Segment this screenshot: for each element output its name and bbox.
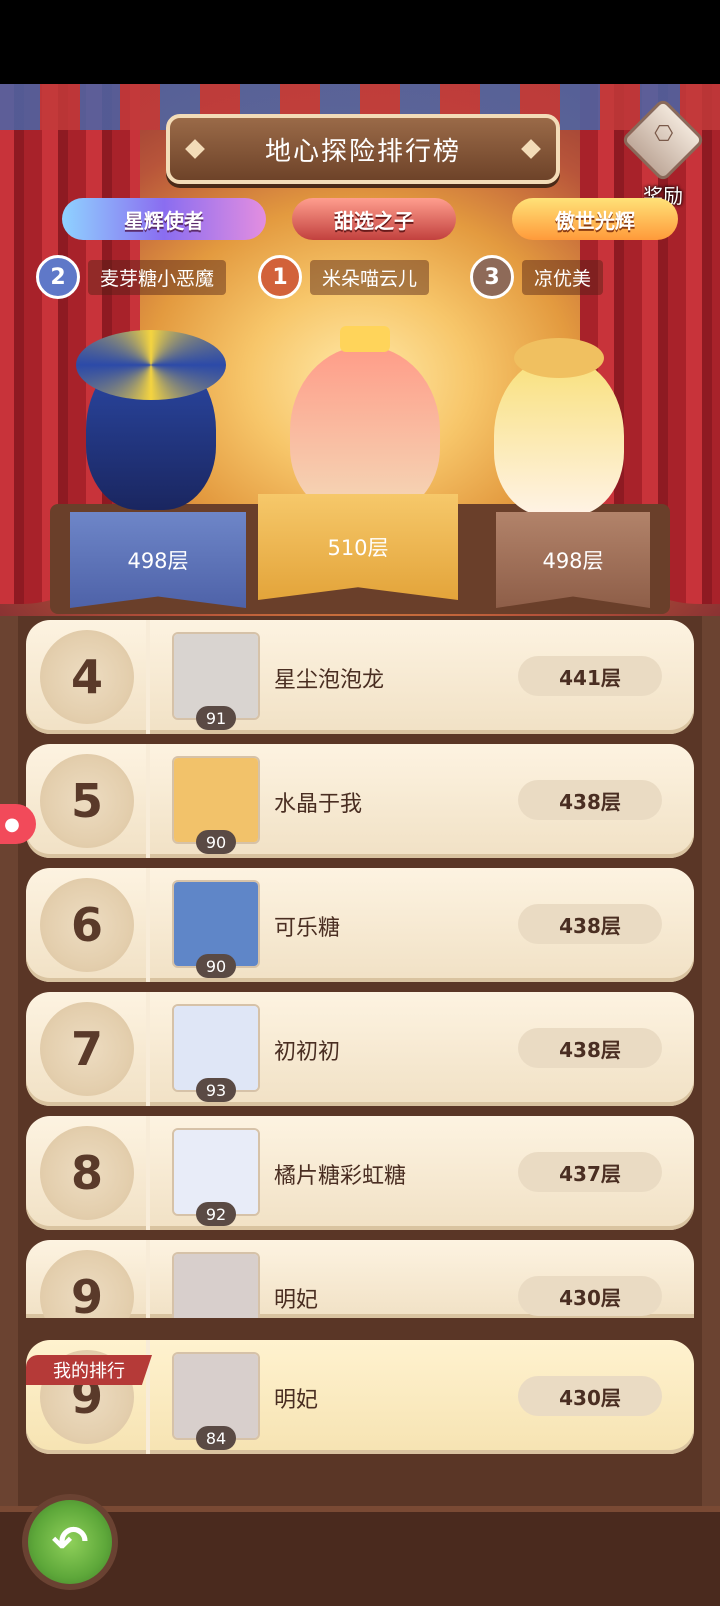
podium-score-rank2: 498层: [70, 512, 246, 608]
player-name: 明妃: [274, 1388, 319, 1413]
page-title: 地心探险排行榜: [166, 114, 560, 184]
character-rank2[interactable]: [76, 330, 226, 510]
list-item[interactable]: 9 明妃 430层: [26, 1240, 694, 1318]
divider: [146, 1116, 150, 1230]
rank-medal-icon: 1: [258, 255, 302, 299]
score-pill: 438层: [518, 904, 662, 944]
list-item[interactable]: 4 91 星尘泡泡龙 441层: [26, 620, 694, 734]
score-pill: 437层: [518, 1152, 662, 1192]
player-name: 可乐糖: [274, 916, 341, 941]
level-badge: 93: [196, 1078, 236, 1102]
my-rank-tag: 我的排行: [26, 1355, 152, 1385]
title-badge-rank3: 傲世光辉: [512, 198, 678, 240]
score-pill: 430层: [518, 1276, 662, 1316]
rank-number: 6: [40, 878, 134, 972]
reward-button[interactable]: 奖励: [620, 97, 706, 208]
rank-medal-icon: 3: [470, 255, 514, 299]
list-item[interactable]: 5 90 水晶于我 438层: [26, 744, 694, 858]
player-name: 凉优美: [522, 259, 604, 295]
podium-score-rank1: 510层: [258, 494, 458, 600]
character-rank1[interactable]: [290, 326, 440, 516]
level-badge: 90: [196, 954, 236, 978]
gift-icon: [620, 97, 706, 183]
rank-number: 9: [40, 1250, 134, 1318]
player-name: 明妃: [274, 1288, 319, 1313]
list-item[interactable]: 7 93 初初初 438层: [26, 992, 694, 1106]
podium-name-rank3[interactable]: 3 凉优美: [470, 255, 604, 299]
score-pill: 438层: [518, 780, 662, 820]
list-item[interactable]: 6 90 可乐糖 438层: [26, 868, 694, 982]
character-rank3[interactable]: [494, 338, 624, 516]
player-name: 橘片糖彩虹糖: [274, 1164, 407, 1189]
player-name: 水晶于我: [274, 792, 363, 817]
divider: [146, 1240, 150, 1318]
back-button[interactable]: ↶: [22, 1494, 118, 1590]
avatar[interactable]: [172, 1252, 260, 1318]
podium-name-rank2[interactable]: 2 麦芽糖小恶魔: [36, 255, 227, 299]
podium-score-rank3: 498层: [496, 512, 650, 608]
podium-name-rank1[interactable]: 1 米朵喵云儿: [258, 255, 430, 299]
score-pill: 438层: [518, 1028, 662, 1068]
score-pill: 441层: [518, 656, 662, 696]
level-badge: 84: [196, 1426, 236, 1450]
level-badge: 91: [196, 706, 236, 730]
divider: [146, 868, 150, 982]
player-name: 米朵喵云儿: [310, 259, 430, 295]
divider: [146, 992, 150, 1106]
divider: [146, 620, 150, 734]
rank-medal-icon: 2: [36, 255, 80, 299]
title-badge-rank2: 星辉使者: [62, 198, 266, 240]
player-name: 初初初: [274, 1040, 341, 1065]
player-name: 星尘泡泡龙: [274, 668, 385, 693]
rank-number: 7: [40, 1002, 134, 1096]
avatar-image: [174, 1254, 258, 1318]
divider: [146, 744, 150, 858]
player-name: 麦芽糖小恶魔: [88, 259, 227, 295]
back-arrow-icon: ↶: [51, 1516, 89, 1568]
rank-number: 4: [40, 630, 134, 724]
level-badge: 90: [196, 830, 236, 854]
level-badge: 92: [196, 1202, 236, 1226]
list-item[interactable]: 8 92 橘片糖彩虹糖 437层: [26, 1116, 694, 1230]
podium-stage: 地心探险排行榜 奖励 星辉使者 甜选之子 傲世光辉 2 麦芽糖小恶魔 1 米朵喵…: [0, 84, 720, 620]
title-badge-rank1: 甜选之子: [292, 198, 456, 240]
status-bar: [0, 0, 720, 84]
rank-number: 8: [40, 1126, 134, 1220]
rank-number: 5: [40, 754, 134, 848]
score-pill: 430层: [518, 1376, 662, 1416]
